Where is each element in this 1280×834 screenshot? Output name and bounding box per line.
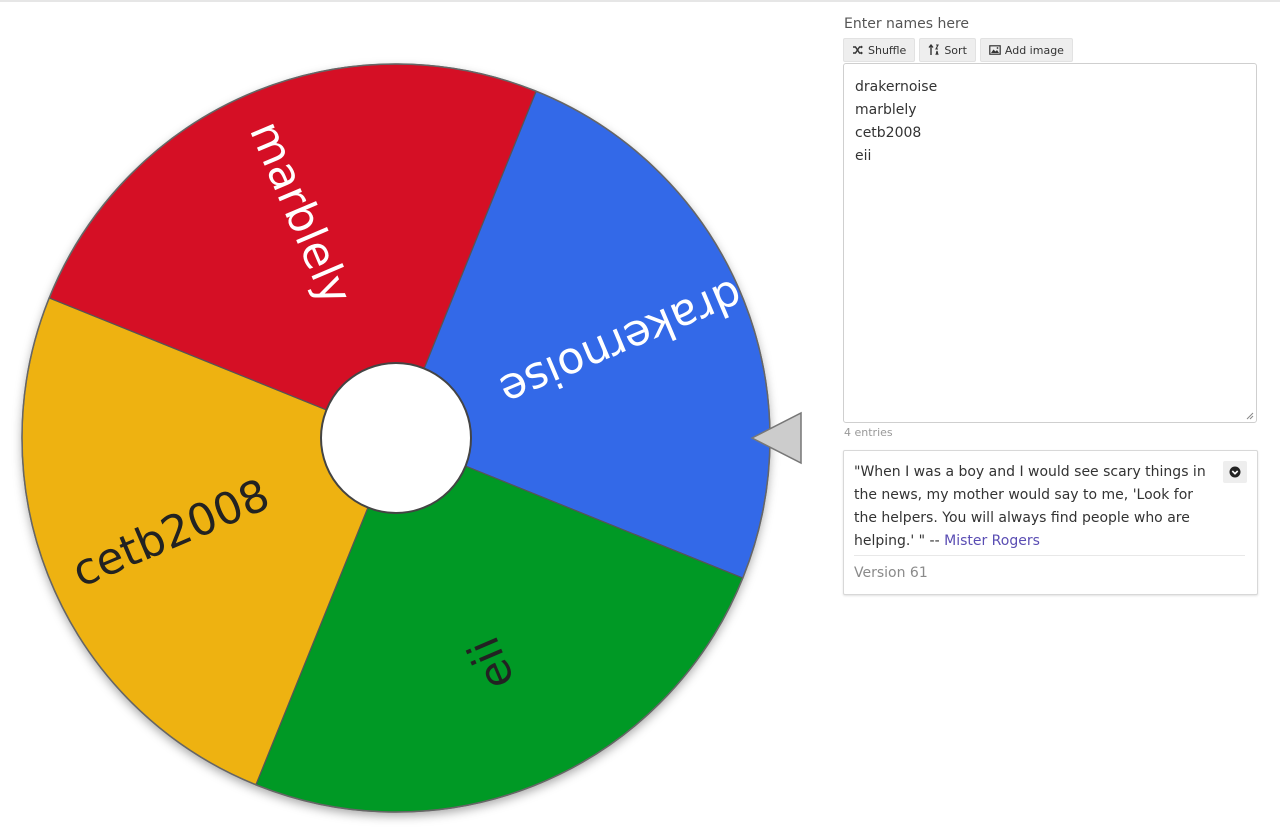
shuffle-label: Shuffle [868, 43, 907, 57]
entries-count: 4 entries [844, 426, 893, 439]
shuffle-button[interactable]: Shuffle [843, 38, 916, 62]
resize-handle-icon[interactable] [1244, 410, 1254, 420]
sort-icon [928, 44, 940, 56]
collapse-button[interactable] [1223, 461, 1247, 483]
shuffle-icon [853, 45, 863, 55]
wheel-area[interactable]: drakernoise eii cetb2008 marblely [0, 0, 820, 834]
names-heading: Enter names here [844, 16, 970, 32]
quote-text: "When I was a boy and I would see scary … [854, 461, 1219, 553]
names-textarea[interactable]: drakernoise marblely cetb2008 eii [843, 63, 1257, 423]
name-entry: cetb2008 [855, 125, 922, 141]
add-image-label: Add image [1004, 43, 1064, 57]
card-divider [854, 555, 1245, 556]
add-image-button[interactable]: Add image [979, 38, 1073, 62]
image-icon [989, 45, 1001, 55]
chevron-down-circle-icon [1229, 466, 1241, 478]
name-entry: drakernoise [855, 79, 938, 95]
name-entry: eii [855, 148, 872, 164]
quote-author-link[interactable]: Mister Rogers [944, 533, 1040, 549]
sort-button[interactable]: Sort [919, 38, 976, 62]
names-toolbar: Shuffle Sort Add image [843, 38, 1073, 62]
quote-card: "When I was a boy and I would see scary … [843, 450, 1258, 595]
version-text: Version 61 [854, 565, 928, 581]
spinner-wheel[interactable]: drakernoiseeiicetb2008marblely [0, 0, 820, 834]
name-entry: marblely [855, 102, 917, 118]
wheel-center-hub[interactable] [320, 362, 472, 514]
sort-label: Sort [944, 43, 967, 57]
